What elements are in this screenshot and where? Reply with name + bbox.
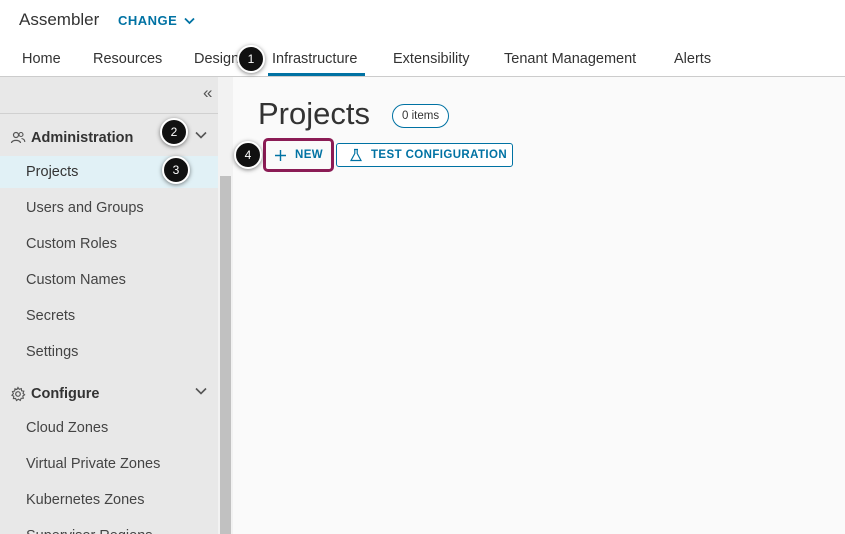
sidebar-item-virtual-private-zones[interactable]: Virtual Private Zones <box>0 448 218 480</box>
users-icon <box>10 131 26 144</box>
page-title: Projects <box>258 96 370 131</box>
step-callout-4: 4 <box>234 141 262 169</box>
sidebar-group-configure[interactable]: Configure <box>10 382 215 406</box>
chevron-down-icon <box>184 17 195 24</box>
chevron-down-icon[interactable] <box>195 387 207 395</box>
sidebar-item-supervisor-regions[interactable]: Supervisor Regions <box>0 520 218 534</box>
sidebar-item-kubernetes-zones[interactable]: Kubernetes Zones <box>0 484 218 516</box>
tab-infrastructure[interactable]: Infrastructure <box>272 51 357 67</box>
active-tab-indicator <box>268 73 365 76</box>
step-callout-3: 3 <box>162 156 190 184</box>
chevron-down-icon[interactable] <box>195 131 207 139</box>
step-callout-2: 2 <box>160 118 188 146</box>
sidebar-divider <box>0 113 218 114</box>
step-callout-1: 1 <box>237 45 265 73</box>
top-header: Assembler CHANGE <box>0 0 845 40</box>
sidebar-item-settings[interactable]: Settings <box>0 336 218 368</box>
change-button-label: CHANGE <box>118 13 178 28</box>
flask-icon <box>349 148 363 162</box>
highlight-box <box>263 138 334 172</box>
sidebar-item-secrets[interactable]: Secrets <box>0 300 218 332</box>
gear-icon <box>11 386 26 402</box>
item-count-badge: 0 items <box>392 104 450 128</box>
collapse-sidebar-icon[interactable]: « <box>203 83 212 103</box>
sidebar-item-cloud-zones[interactable]: Cloud Zones <box>0 412 218 444</box>
sidebar-item-custom-roles[interactable]: Custom Roles <box>0 228 218 260</box>
tab-tenant-management[interactable]: Tenant Management <box>504 51 636 67</box>
change-button[interactable]: CHANGE <box>118 13 195 28</box>
sidebar-group-label: Configure <box>31 386 100 402</box>
sidebar-item-custom-names[interactable]: Custom Names <box>0 264 218 296</box>
main-nav: Home Resources Design Infrastructure Ext… <box>0 40 845 77</box>
test-configuration-button[interactable]: TEST CONFIGURATION <box>336 143 513 167</box>
app-title: Assembler <box>19 10 100 29</box>
tab-home[interactable]: Home <box>22 51 61 67</box>
sidebar-scrollbar-thumb[interactable] <box>220 176 231 534</box>
tab-design-label: Design <box>194 51 238 67</box>
tab-extensibility[interactable]: Extensibility <box>393 51 470 67</box>
sidebar-item-users-and-groups[interactable]: Users and Groups <box>0 192 218 224</box>
sidebar-group-label: Administration <box>31 130 134 146</box>
test-button-label: TEST CONFIGURATION <box>371 149 508 161</box>
tab-design[interactable]: Design <box>194 51 238 67</box>
tab-resources[interactable]: Resources <box>93 51 162 67</box>
tab-alerts[interactable]: Alerts <box>674 51 711 67</box>
